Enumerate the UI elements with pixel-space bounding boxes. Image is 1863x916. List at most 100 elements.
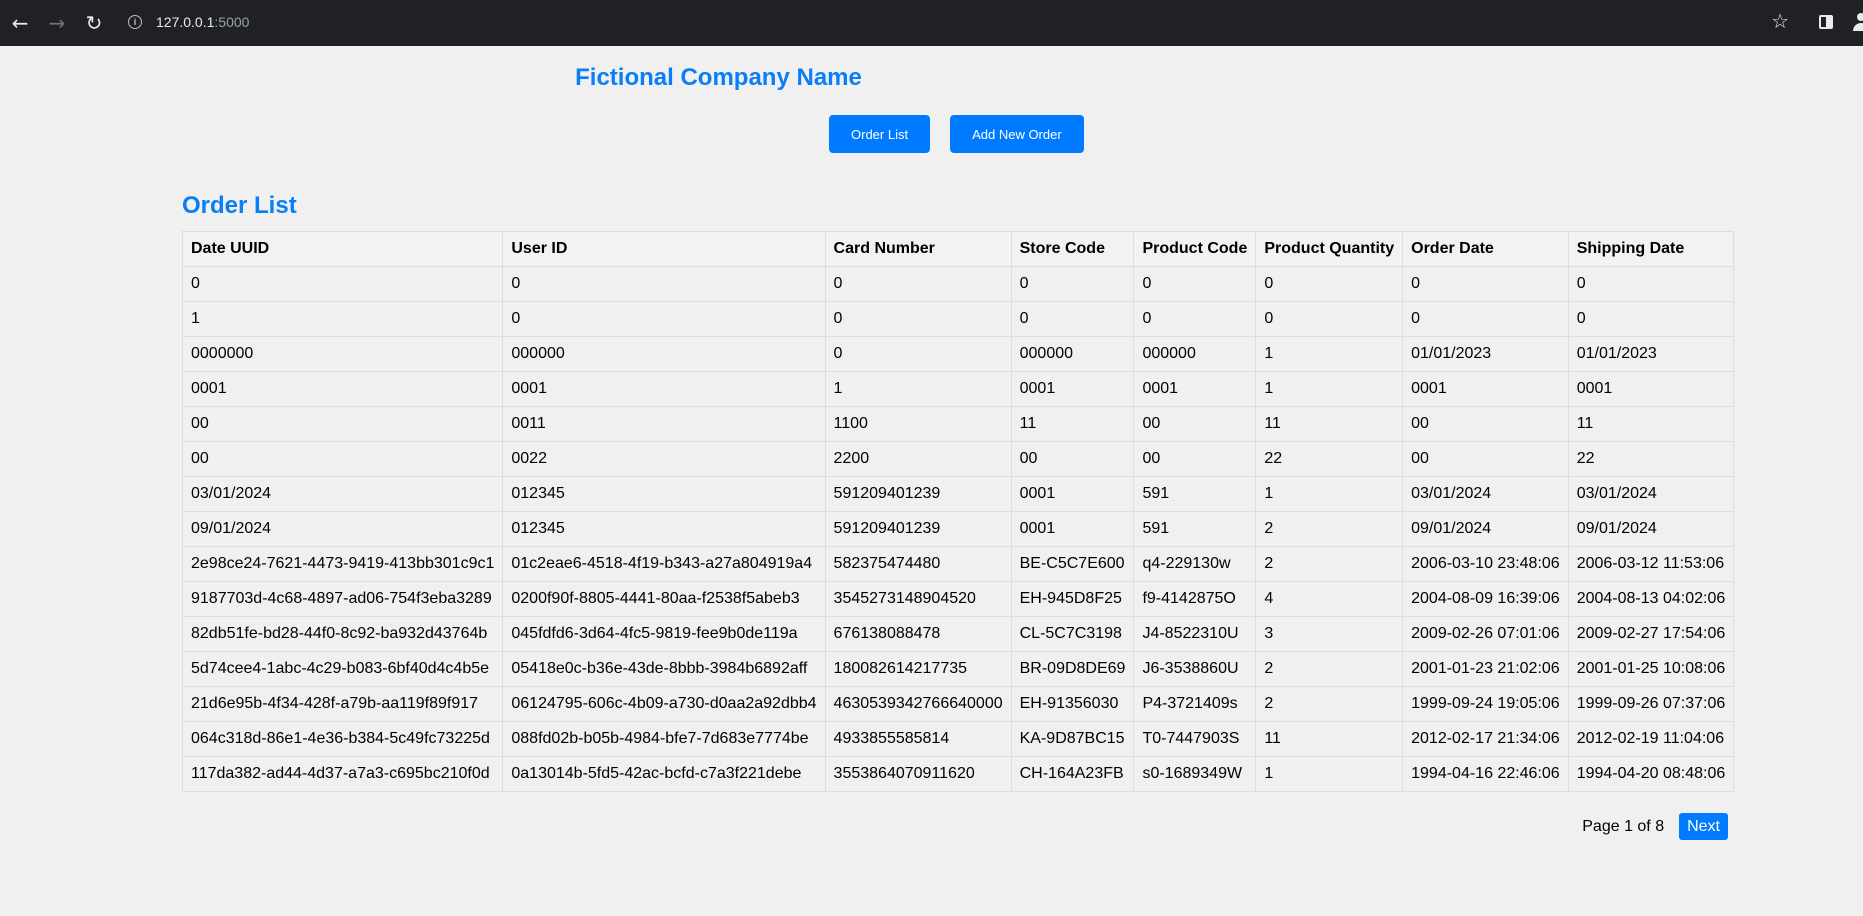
- table-cell: 4933855585814: [824, 721, 1012, 757]
- table-cell: 000000: [1010, 336, 1135, 372]
- table-cell: 00: [1133, 441, 1257, 477]
- table-cell: 00: [181, 406, 504, 442]
- table-cell: 03/01/2024: [1402, 476, 1569, 512]
- forward-arrow-icon[interactable]: →: [40, 6, 74, 40]
- column-header: Product Quantity: [1255, 231, 1404, 267]
- info-icon[interactable]: i: [128, 15, 142, 29]
- table-cell: 2001-01-25 10:08:06: [1567, 651, 1735, 687]
- table-cell: 0: [824, 266, 1012, 302]
- table-cell: 05418e0c-b36e-43de-8bbb-3984b6892aff: [502, 651, 826, 687]
- table-cell: 1: [1255, 756, 1404, 792]
- table-cell: 117da382-ad44-4d37-a7a3-c695bc210f0d: [181, 756, 504, 792]
- table-row: 00000000: [181, 266, 1735, 302]
- table-cell: 03/01/2024: [181, 476, 504, 512]
- table-cell: 2: [1255, 511, 1404, 547]
- back-arrow-icon[interactable]: ←: [3, 6, 37, 40]
- table-cell: 0001: [502, 371, 826, 407]
- address-bar[interactable]: i 127.0.0.1:5000: [118, 5, 1795, 39]
- table-cell: 09/01/2024: [1567, 511, 1735, 547]
- table-cell: 1: [1255, 371, 1404, 407]
- table-cell: 2006-03-12 11:53:06: [1567, 546, 1735, 582]
- table-cell: 00: [1010, 441, 1135, 477]
- reload-icon[interactable]: ↻: [77, 6, 111, 40]
- table-cell: 1: [824, 371, 1012, 407]
- table-cell: 2009-02-26 07:01:06: [1402, 616, 1569, 652]
- browser-toolbar: ← → ↻ i 127.0.0.1:5000 ☆: [0, 0, 1863, 46]
- profile-icon[interactable]: [1853, 13, 1863, 31]
- table-row: 064c318d-86e1-4e36-b384-5c49fc73225d 088f…: [181, 721, 1735, 757]
- star-icon[interactable]: ☆: [1771, 9, 1789, 33]
- column-header: Store Code: [1010, 231, 1135, 267]
- table-row: 21d6e95b-4f34-428f-a79b-aa119f89f917 0612…: [181, 686, 1735, 722]
- table-cell: 09/01/2024: [181, 511, 504, 547]
- column-header: Shipping Date: [1567, 231, 1735, 267]
- table-cell: q4-229130w: [1133, 546, 1257, 582]
- table-row: 00 0022 2200 00 00 22 00 22: [181, 441, 1735, 477]
- side-panel-icon[interactable]: [1819, 15, 1833, 29]
- table-cell: 11: [1567, 406, 1735, 442]
- table-cell: 1: [181, 301, 504, 337]
- table-cell: EH-945D8F25: [1010, 581, 1135, 617]
- table-cell: 00: [181, 441, 504, 477]
- company-name: Fictional Company Name: [575, 64, 862, 91]
- table-cell: 3545273148904520: [824, 581, 1012, 617]
- table-cell: 4630539342766640000: [824, 686, 1012, 722]
- column-header: Card Number: [824, 231, 1012, 267]
- table-cell: 591209401239: [824, 511, 1012, 547]
- table-cell: 2004-08-13 04:02:06: [1567, 581, 1735, 617]
- orders-table: Date UUID User ID Card Number Store Code Pro…: [181, 231, 1735, 792]
- table-cell: 3: [1255, 616, 1404, 652]
- table-cell: 22: [1255, 441, 1404, 477]
- next-page-button[interactable]: Next: [1679, 813, 1728, 840]
- table-cell: BR-09D8DE69: [1010, 651, 1135, 687]
- table-cell: P4-3721409s: [1133, 686, 1257, 722]
- table-row: 82db51fe-bd28-44f0-8c92-ba932d43764b 045f…: [181, 616, 1735, 652]
- table-cell: 9187703d-4c68-4897-ad06-754f3eba3289: [181, 581, 504, 617]
- table-cell: 088fd02b-b05b-4984-bfe7-7d683e7774be: [502, 721, 826, 757]
- table-cell: 21d6e95b-4f34-428f-a79b-aa119f89f917: [181, 686, 504, 722]
- table-cell: 0200f90f-8805-4441-80aa-f2538f5abeb3: [502, 581, 826, 617]
- table-cell: 0: [1133, 266, 1257, 302]
- table-cell: 01/01/2023: [1567, 336, 1735, 372]
- table-row: 2e98ce24-7621-4473-9419-413bb301c9c1 01c2…: [181, 546, 1735, 582]
- table-cell: 012345: [502, 476, 826, 512]
- table-cell: CH-164A23FB: [1010, 756, 1135, 792]
- order-list-button[interactable]: Order List: [829, 115, 931, 153]
- table-cell: 0001: [1010, 476, 1135, 512]
- table-cell: 676138088478: [824, 616, 1012, 652]
- table-cell: 591: [1133, 511, 1257, 547]
- table-cell: 1: [1255, 476, 1404, 512]
- table-cell: 09/01/2024: [1402, 511, 1569, 547]
- column-header: Product Code: [1133, 231, 1257, 267]
- table-cell: 82db51fe-bd28-44f0-8c92-ba932d43764b: [181, 616, 504, 652]
- table-cell: 2: [1255, 651, 1404, 687]
- table-cell: 000000: [502, 336, 826, 372]
- table-cell: 3553864070911620: [824, 756, 1012, 792]
- table-cell: 1999-09-26 07:37:06: [1567, 686, 1735, 722]
- table-cell: 0022: [502, 441, 826, 477]
- table-cell: 0001: [1567, 371, 1735, 407]
- table-cell: 0: [1133, 301, 1257, 337]
- table-row: 03/01/2024 012345 591209401239 0001 591 1 03/0…: [181, 476, 1735, 512]
- url-host: 127.0.0.1: [156, 14, 215, 30]
- table-cell: s0-1689349W: [1133, 756, 1257, 792]
- table-cell: 00: [1402, 441, 1569, 477]
- table-cell: 2e98ce24-7621-4473-9419-413bb301c9c1: [181, 546, 504, 582]
- table-cell: 06124795-606c-4b09-a730-d0aa2a92dbb4: [502, 686, 826, 722]
- table-cell: 11: [1255, 406, 1404, 442]
- table-cell: 0001: [1010, 371, 1135, 407]
- table-cell: 0a13014b-5fd5-42ac-bcfd-c7a3f221debe: [502, 756, 826, 792]
- table-cell: 045fdfd6-3d64-4fc5-9819-fee9b0de119a: [502, 616, 826, 652]
- add-new-order-button[interactable]: Add New Order: [950, 115, 1084, 153]
- table-cell: 0: [1402, 301, 1569, 337]
- table-cell: 000000: [1133, 336, 1257, 372]
- table-row: 10000000: [181, 301, 1735, 337]
- table-header-row: Date UUID User ID Card Number Store Code Pro…: [181, 231, 1735, 267]
- table-cell: 00: [1402, 406, 1569, 442]
- table-cell: 01/01/2023: [1402, 336, 1569, 372]
- table-cell: BE-C5C7E600: [1010, 546, 1135, 582]
- table-cell: 0001: [1133, 371, 1257, 407]
- table-cell: 0: [1255, 301, 1404, 337]
- table-cell: 2004-08-09 16:39:06: [1402, 581, 1569, 617]
- table-cell: 4: [1255, 581, 1404, 617]
